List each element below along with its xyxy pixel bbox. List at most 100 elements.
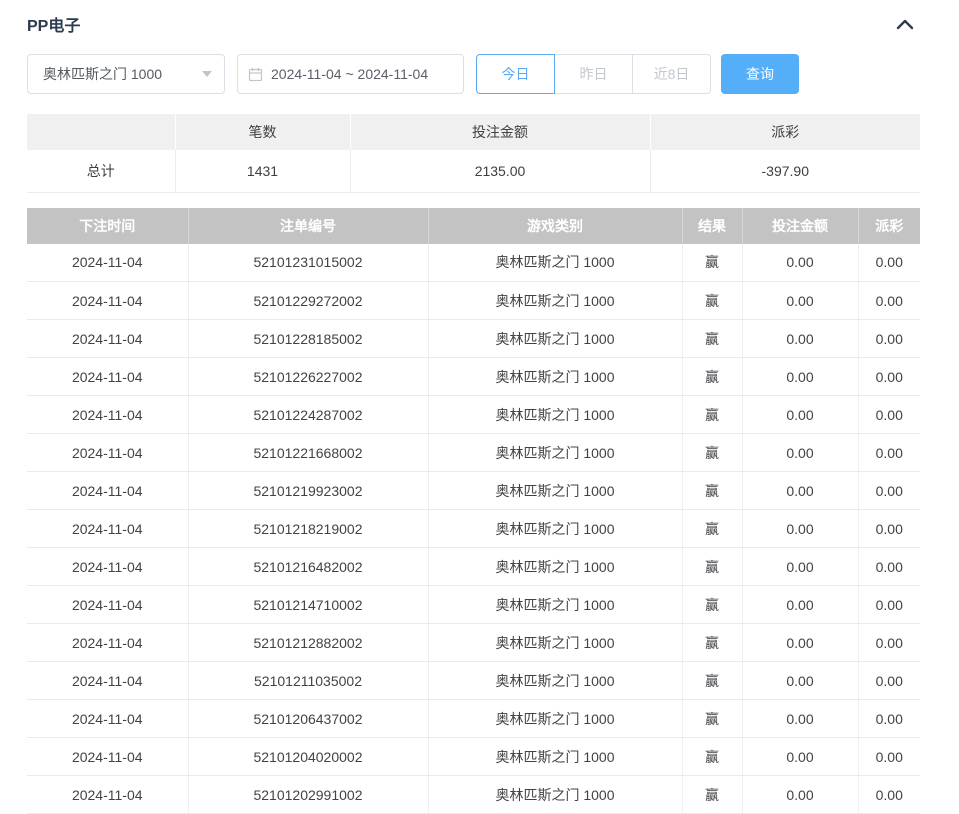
order-id-cell: 52101214710002 [188, 586, 428, 624]
payout-cell: 0.00 [858, 624, 920, 662]
bet-amount-cell: 0.00 [742, 434, 858, 472]
bet-time-cell: 2024-11-04 [27, 358, 188, 396]
summary-total-bet-amount: 2135.00 [350, 150, 650, 192]
bet-time-cell: 2024-11-04 [27, 548, 188, 586]
game-type-cell: 奥林匹斯之门 1000 [428, 282, 682, 320]
bet-amount-cell: 0.00 [742, 738, 858, 776]
game-type-cell: 奥林匹斯之门 1000 [428, 472, 682, 510]
game-type-cell: 奥林匹斯之门 1000 [428, 548, 682, 586]
table-row: 2024-11-0452101221668002奥林匹斯之门 1000赢0.00… [27, 434, 920, 472]
chevron-down-icon [202, 71, 212, 77]
table-row: 2024-11-0452101218219002奥林匹斯之门 1000赢0.00… [27, 510, 920, 548]
records-header-result: 结果 [682, 208, 742, 244]
summary-total-payout: -397.90 [650, 150, 920, 192]
order-id-cell: 52101221668002 [188, 434, 428, 472]
bet-time-cell: 2024-11-04 [27, 434, 188, 472]
payout-cell: 0.00 [858, 510, 920, 548]
payout-cell: 0.00 [858, 662, 920, 700]
summary-table: 笔数 投注金额 派彩 总计 1431 2135.00 -397.90 [27, 114, 920, 193]
order-id-cell: 52101218219002 [188, 510, 428, 548]
order-id-cell: 52101219923002 [188, 472, 428, 510]
payout-cell: 0.00 [858, 358, 920, 396]
table-row: 2024-11-0452101211035002奥林匹斯之门 1000赢0.00… [27, 662, 920, 700]
table-row: 2024-11-0452101226227002奥林匹斯之门 1000赢0.00… [27, 358, 920, 396]
game-type-cell: 奥林匹斯之门 1000 [428, 624, 682, 662]
payout-cell: 0.00 [858, 244, 920, 282]
bet-amount-cell: 0.00 [742, 586, 858, 624]
order-id-cell: 52101231015002 [188, 244, 428, 282]
bet-amount-cell: 0.00 [742, 472, 858, 510]
records-header-game-type: 游戏类别 [428, 208, 682, 244]
result-cell: 赢 [682, 472, 742, 510]
game-type-cell: 奥林匹斯之门 1000 [428, 700, 682, 738]
order-id-cell: 52101202991002 [188, 776, 428, 814]
table-row: 2024-11-0452101214710002奥林匹斯之门 1000赢0.00… [27, 586, 920, 624]
payout-cell: 0.00 [858, 282, 920, 320]
records-header-bet-amount: 投注金额 [742, 208, 858, 244]
date-range-picker[interactable]: 2024-11-04 ~ 2024-11-04 [237, 54, 464, 94]
records-body: 2024-11-0452101231015002奥林匹斯之门 1000赢0.00… [27, 244, 920, 814]
records-header-row: 下注时间 注单编号 游戏类别 结果 投注金额 派彩 [27, 208, 920, 244]
collapse-panel-button[interactable] [894, 13, 916, 35]
today-button[interactable]: 今日 [476, 54, 555, 94]
result-cell: 赢 [682, 282, 742, 320]
payout-cell: 0.00 [858, 548, 920, 586]
summary-total-row: 总计 1431 2135.00 -397.90 [27, 150, 920, 192]
records-header-payout: 派彩 [858, 208, 920, 244]
order-id-cell: 52101212882002 [188, 624, 428, 662]
bet-amount-cell: 0.00 [742, 510, 858, 548]
game-type-cell: 奥林匹斯之门 1000 [428, 776, 682, 814]
table-row: 2024-11-0452101216482002奥林匹斯之门 1000赢0.00… [27, 548, 920, 586]
bet-amount-cell: 0.00 [742, 662, 858, 700]
summary-header-count: 笔数 [175, 114, 350, 150]
filter-bar: 奥林匹斯之门 1000 2024-11-04 ~ 2024-11-04 今日 昨… [27, 54, 920, 94]
game-type-cell: 奥林匹斯之门 1000 [428, 244, 682, 282]
table-row: 2024-11-0452101231015002奥林匹斯之门 1000赢0.00… [27, 244, 920, 282]
pp-electronics-panel: PP电子 奥林匹斯之门 1000 2024-11-04 ~ [0, 0, 959, 814]
game-type-cell: 奥林匹斯之门 1000 [428, 358, 682, 396]
order-id-cell: 52101206437002 [188, 700, 428, 738]
game-type-cell: 奥林匹斯之门 1000 [428, 510, 682, 548]
table-row: 2024-11-0452101212882002奥林匹斯之门 1000赢0.00… [27, 624, 920, 662]
result-cell: 赢 [682, 586, 742, 624]
bet-amount-cell: 0.00 [742, 358, 858, 396]
game-select[interactable]: 奥林匹斯之门 1000 [27, 54, 225, 94]
summary-header-row: 笔数 投注金额 派彩 [27, 114, 920, 150]
result-cell: 赢 [682, 396, 742, 434]
game-type-cell: 奥林匹斯之门 1000 [428, 396, 682, 434]
bet-time-cell: 2024-11-04 [27, 624, 188, 662]
bet-amount-cell: 0.00 [742, 396, 858, 434]
bet-time-cell: 2024-11-04 [27, 662, 188, 700]
last-8-days-button[interactable]: 近8日 [632, 54, 711, 94]
order-id-cell: 52101226227002 [188, 358, 428, 396]
result-cell: 赢 [682, 776, 742, 814]
result-cell: 赢 [682, 434, 742, 472]
payout-cell: 0.00 [858, 586, 920, 624]
order-id-cell: 52101204020002 [188, 738, 428, 776]
result-cell: 赢 [682, 244, 742, 282]
bet-time-cell: 2024-11-04 [27, 282, 188, 320]
records-header-order-id: 注单编号 [188, 208, 428, 244]
bet-amount-cell: 0.00 [742, 700, 858, 738]
bet-amount-cell: 0.00 [742, 244, 858, 282]
date-range-value: 2024-11-04 ~ 2024-11-04 [271, 66, 428, 82]
yesterday-button[interactable]: 昨日 [554, 54, 633, 94]
result-cell: 赢 [682, 320, 742, 358]
order-id-cell: 52101224287002 [188, 396, 428, 434]
game-type-cell: 奥林匹斯之门 1000 [428, 434, 682, 472]
payout-cell: 0.00 [858, 738, 920, 776]
table-row: 2024-11-0452101224287002奥林匹斯之门 1000赢0.00… [27, 396, 920, 434]
game-type-cell: 奥林匹斯之门 1000 [428, 738, 682, 776]
game-type-cell: 奥林匹斯之门 1000 [428, 586, 682, 624]
table-row: 2024-11-0452101229272002奥林匹斯之门 1000赢0.00… [27, 282, 920, 320]
table-row: 2024-11-0452101206437002奥林匹斯之门 1000赢0.00… [27, 700, 920, 738]
bet-time-cell: 2024-11-04 [27, 396, 188, 434]
calendar-icon [248, 67, 271, 82]
payout-cell: 0.00 [858, 776, 920, 814]
bet-time-cell: 2024-11-04 [27, 472, 188, 510]
summary-total-count: 1431 [175, 150, 350, 192]
bet-amount-cell: 0.00 [742, 624, 858, 662]
chevron-up-icon [896, 18, 914, 30]
panel-header: PP电子 [27, 12, 920, 36]
search-button[interactable]: 查询 [721, 54, 799, 94]
